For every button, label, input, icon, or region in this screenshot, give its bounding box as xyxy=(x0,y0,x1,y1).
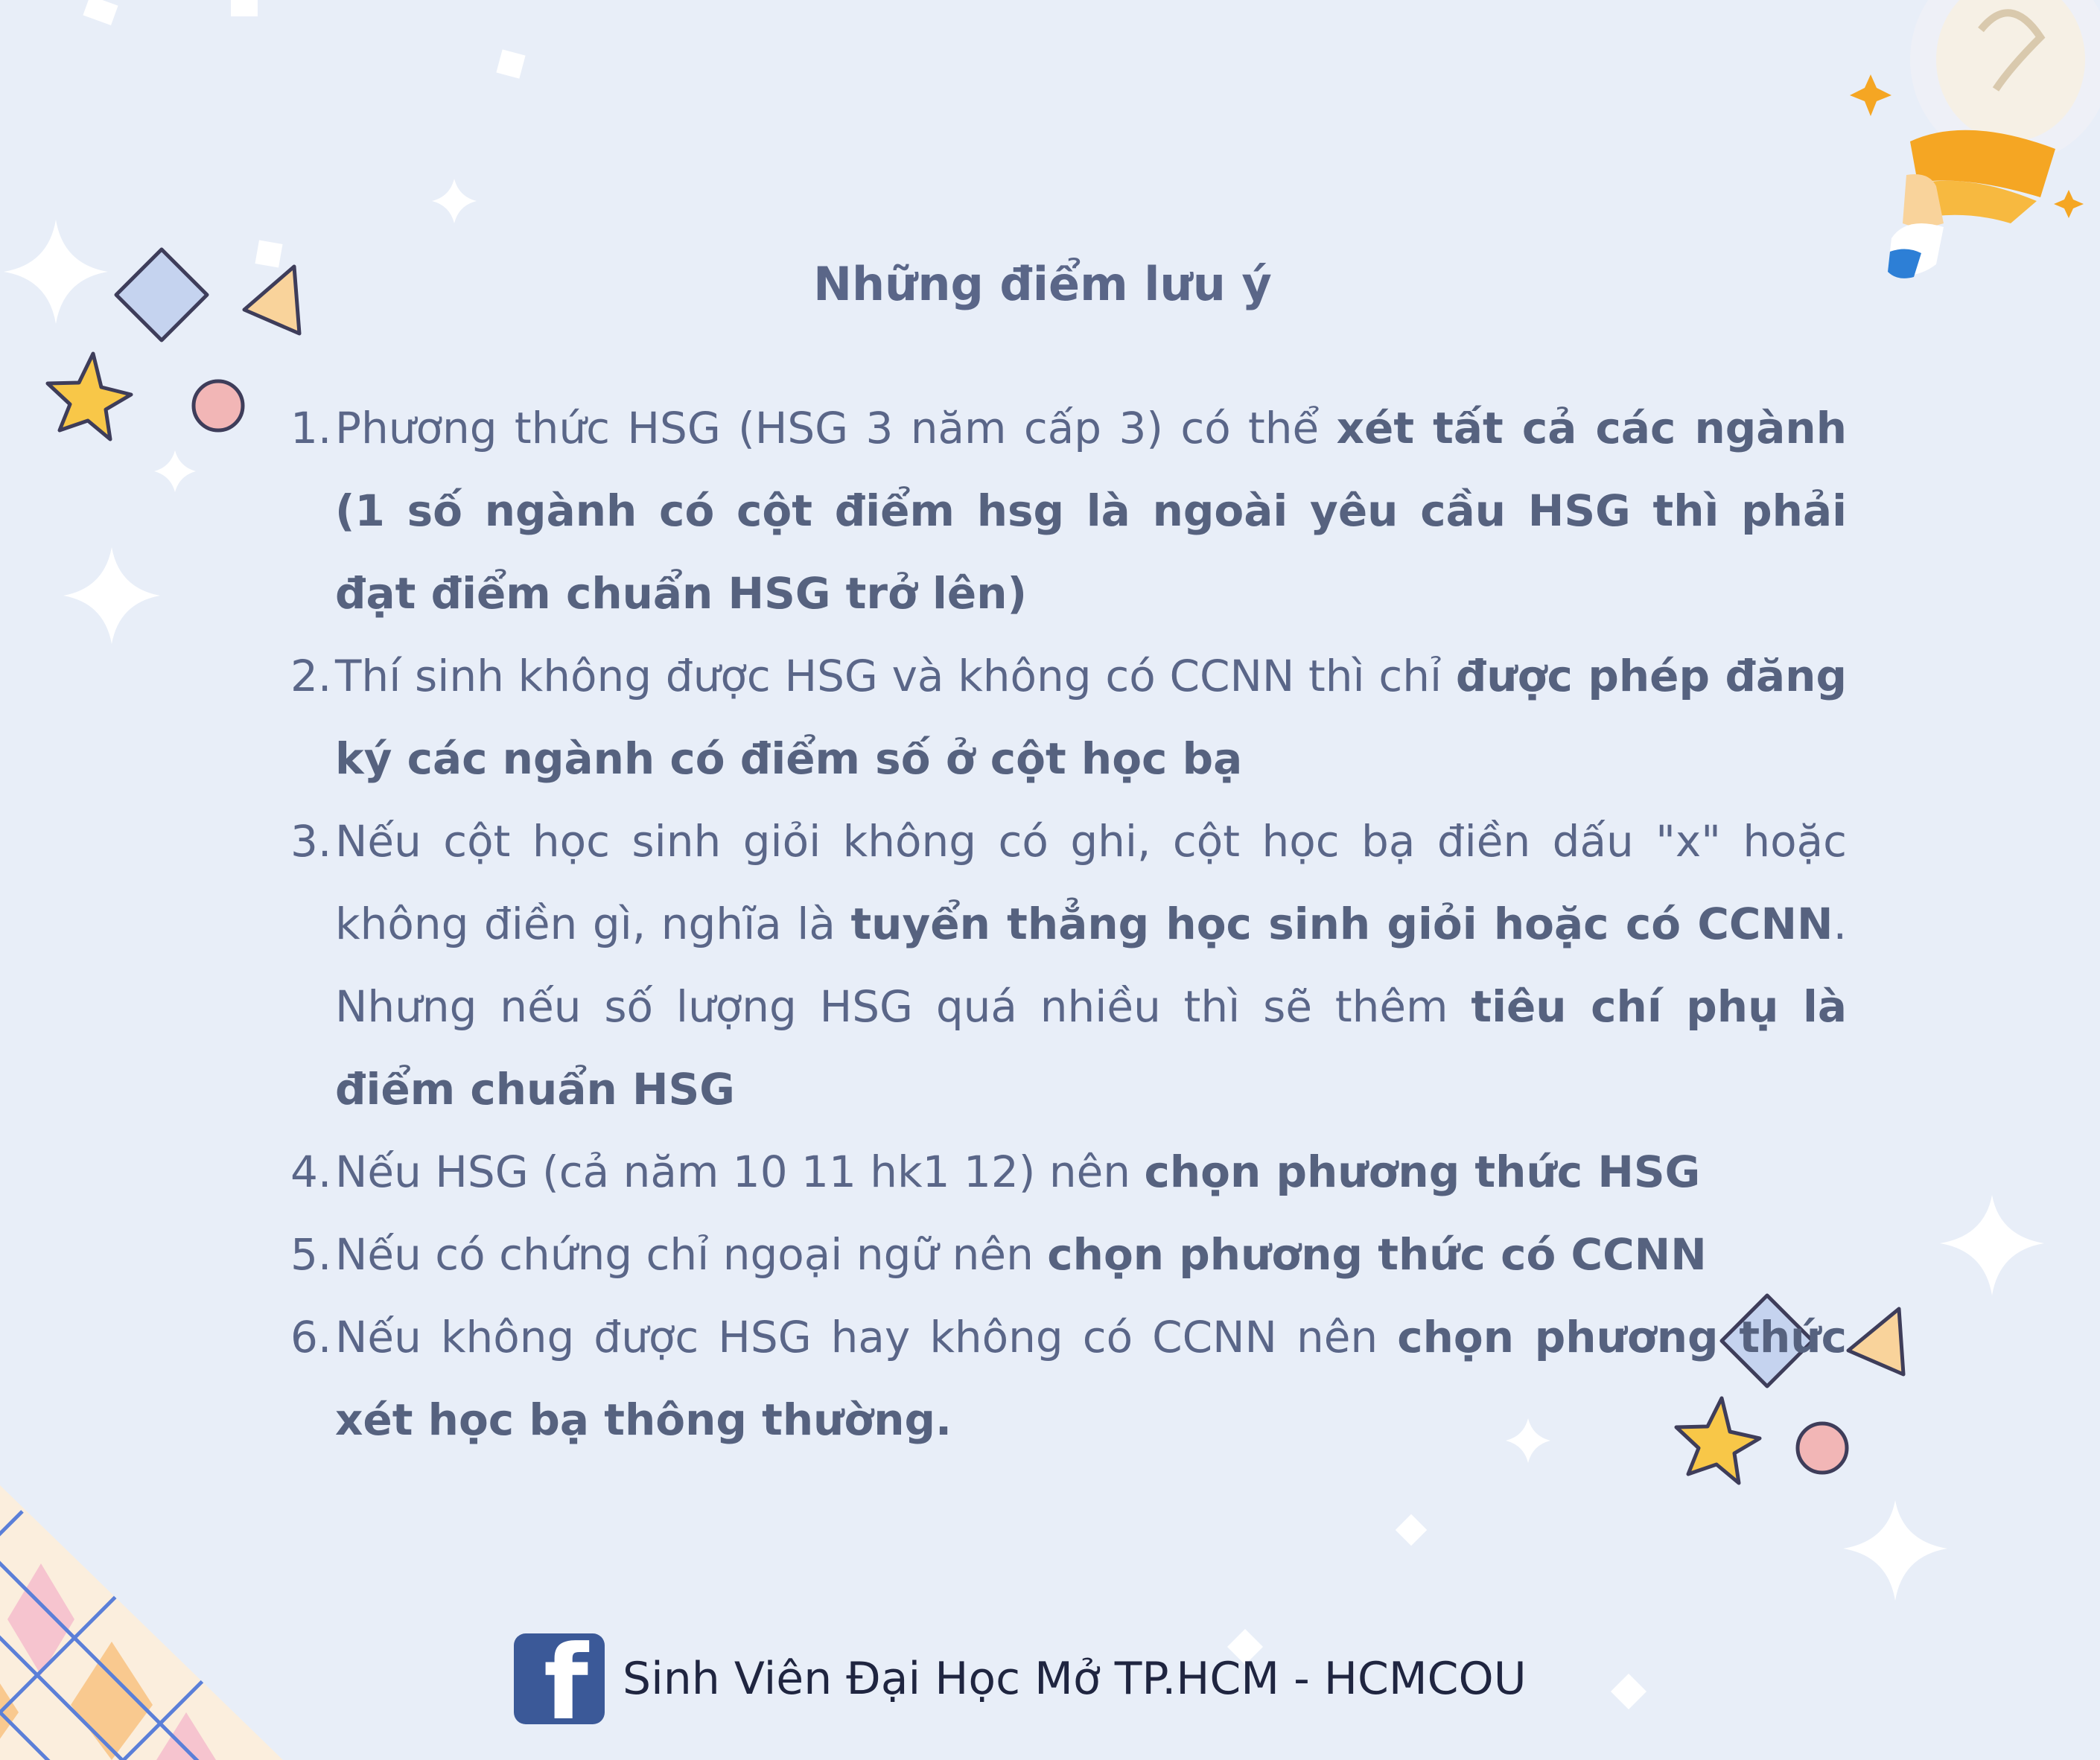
dot-icon xyxy=(231,0,258,16)
star-icon xyxy=(45,351,133,441)
dot-icon xyxy=(83,0,118,25)
argyle-corner xyxy=(0,1485,283,1760)
note-text: Nếu không được HSG hay không có CCNN nên xyxy=(335,1312,1398,1362)
lightbulb-icon xyxy=(1850,0,2100,278)
note-item: 2. Thí sinh không được HSG và không có CC… xyxy=(290,635,1847,800)
sparkle-icon xyxy=(1843,1500,1947,1601)
note-item: 6. Nếu không được HSG hay không có CCNN n… xyxy=(290,1296,1847,1461)
facebook-page-name[interactable]: Sinh Viên Đại Học Mở TP.HCM - HCMCOU xyxy=(623,1653,1527,1705)
note-item: 1. Phương thức HSG (HSG 3 năm cấp 3) có t… xyxy=(290,387,1847,635)
dot-icon xyxy=(496,49,526,79)
note-number: 6. xyxy=(290,1312,332,1362)
notes-list: 1. Phương thức HSG (HSG 3 năm cấp 3) có t… xyxy=(290,387,1847,1461)
note-emphasis: chọn phương thức HSG xyxy=(1144,1147,1701,1197)
facebook-glyph: f xyxy=(543,1622,588,1743)
note-emphasis: chọn phương thức có CCNN xyxy=(1047,1229,1707,1280)
note-item: 5. Nếu có chứng chỉ ngoại ngữ nên chọn ph… xyxy=(290,1214,1847,1296)
note-number: 1. xyxy=(290,403,332,453)
triangle-icon xyxy=(1846,1307,1906,1377)
footer[interactable]: f Sinh Viên Đại Học Mở TP.HCM - HCMCOU xyxy=(514,1631,1527,1734)
note-text: Nếu có chứng chỉ ngoại ngữ nên xyxy=(335,1229,1048,1280)
note-number: 2. xyxy=(290,651,332,701)
note-number: 4. xyxy=(290,1147,332,1197)
circle-icon xyxy=(191,379,245,433)
note-emphasis: tuyển thẳng học sinh giỏi hoặc có CCNN xyxy=(850,899,1833,949)
note-number: 3. xyxy=(290,816,332,867)
page-title: Những điểm lưu ý xyxy=(813,257,1272,311)
note-item: 4. Nếu HSG (cả năm 10 11 hk1 12) nên chọn… xyxy=(290,1131,1847,1214)
facebook-icon[interactable]: f xyxy=(514,1631,605,1734)
note-text: Phương thức HSG (HSG 3 năm cấp 3) có thể xyxy=(335,403,1337,453)
dot-icon xyxy=(1395,1514,1428,1546)
note-text: Thí sinh không được HSG và không có CCNN… xyxy=(335,651,1456,701)
sparkle-icon xyxy=(1940,1195,2044,1295)
sparkle-icon xyxy=(63,547,160,644)
note-number: 5. xyxy=(290,1229,332,1280)
star-icon xyxy=(1850,74,1891,116)
sparkle-icon xyxy=(432,179,477,223)
note-text: Nếu HSG (cả năm 10 11 hk1 12) nên xyxy=(335,1147,1145,1197)
sparkle-icon xyxy=(154,450,196,492)
star-icon xyxy=(2054,190,2084,218)
dot-icon xyxy=(1610,1673,1647,1710)
note-item: 3. Nếu cột học sinh giỏi không có ghi, cộ… xyxy=(290,800,1847,1131)
